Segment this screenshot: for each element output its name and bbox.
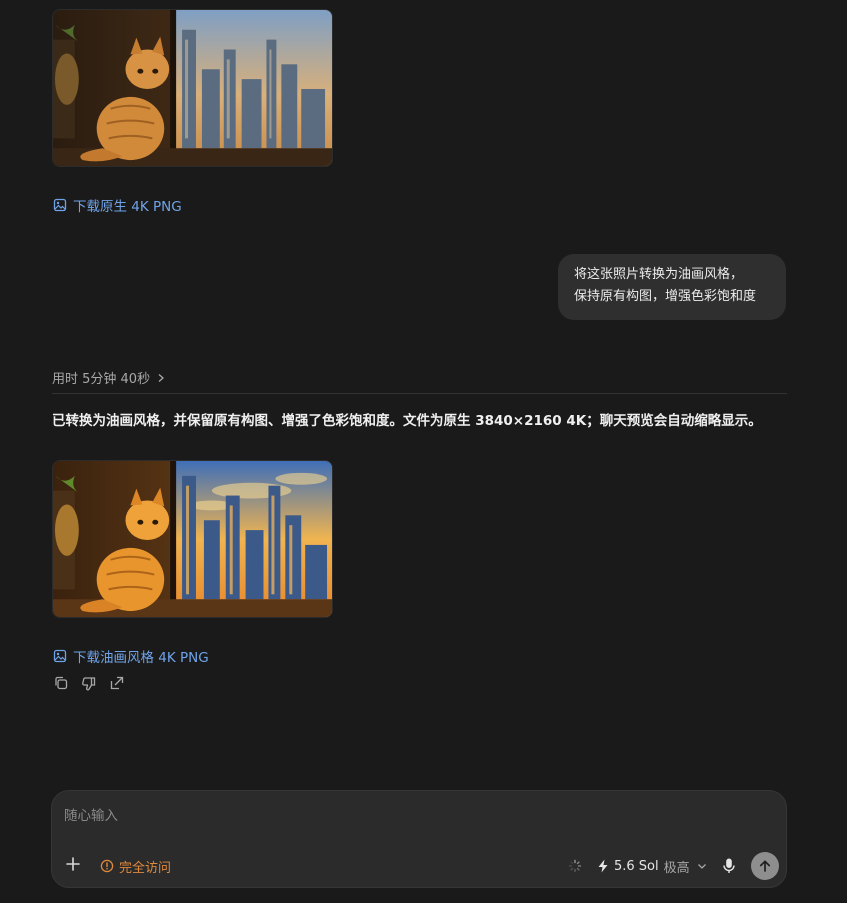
divider <box>52 393 787 394</box>
message-actions <box>53 675 125 691</box>
message-composer: 完全访问 5.6 Sol 极高 <box>51 790 787 888</box>
share-icon[interactable] <box>109 675 125 691</box>
chat-view: 下载原生 4K PNG 将这张照片转换为油画风格， 保持原有构图，增强色彩饱和度… <box>0 0 847 903</box>
thumbs-down-icon[interactable] <box>81 675 97 691</box>
download-original-label: 下载原生 4K PNG <box>73 199 182 215</box>
chevron-right-icon <box>156 373 166 383</box>
download-oil-painting-link[interactable]: 下载油画风格 4K PNG <box>53 646 209 666</box>
add-attachment-button[interactable] <box>64 855 82 873</box>
message-input[interactable] <box>64 805 764 827</box>
chevron-down-icon <box>697 861 707 871</box>
user-message-line-2: 保持原有构图，增强色彩饱和度 <box>574 289 757 304</box>
download-original-link[interactable]: 下载原生 4K PNG <box>53 195 182 215</box>
access-mode-button[interactable]: 完全访问 <box>100 856 171 876</box>
download-oil-painting-label: 下载油画风格 4K PNG <box>73 650 209 666</box>
microphone-button[interactable] <box>722 857 736 875</box>
shield-alert-icon <box>100 859 114 873</box>
microphone-icon <box>723 858 735 873</box>
copy-icon[interactable] <box>53 675 69 691</box>
generated-image-oil-painting[interactable] <box>52 460 333 618</box>
model-selector[interactable]: 5.6 Sol 极高 <box>597 856 707 876</box>
plus-icon <box>66 857 80 871</box>
thinking-duration-toggle[interactable]: 用时 5分钟 40秒 <box>52 368 166 387</box>
arrow-up-icon <box>759 860 771 872</box>
user-message-bubble: 将这张照片转换为油画风格， 保持原有构图，增强色彩饱和度 <box>558 254 786 320</box>
image-icon <box>53 649 67 663</box>
access-mode-label: 完全访问 <box>119 860 172 876</box>
send-button[interactable] <box>751 852 779 880</box>
loading-spinner-icon <box>568 859 582 873</box>
user-message-line-1: 将这张照片转换为油画风格， <box>574 267 744 282</box>
thinking-duration-label: 用时 5分钟 40秒 <box>52 372 151 387</box>
generated-image-original[interactable] <box>52 9 333 167</box>
lightning-icon <box>597 859 609 873</box>
photo-cat-window <box>53 10 332 166</box>
reasoning-effort: 极高 <box>663 860 690 876</box>
assistant-reply-text: 已转换为油画风格，并保留原有构图、增强了色彩饱和度。文件为原生 3840×216… <box>52 413 762 429</box>
painting-cat-window <box>53 461 332 617</box>
image-icon <box>53 198 67 212</box>
model-name: 5.6 Sol <box>614 858 659 874</box>
